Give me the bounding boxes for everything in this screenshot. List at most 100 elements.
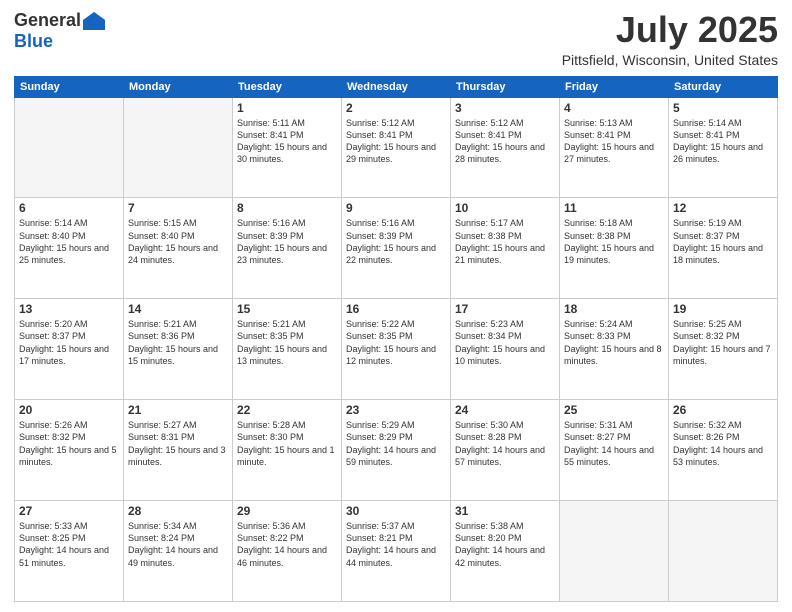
- day-cell-14: 14Sunrise: 5:21 AM Sunset: 8:36 PM Dayli…: [124, 299, 233, 400]
- day-number: 31: [455, 504, 555, 518]
- day-content: Sunrise: 5:19 AM Sunset: 8:37 PM Dayligh…: [673, 217, 773, 266]
- day-content: Sunrise: 5:22 AM Sunset: 8:35 PM Dayligh…: [346, 318, 446, 367]
- day-number: 8: [237, 201, 337, 215]
- day-cell-3: 3 Sunrise: 5:12 AM Sunset: 8:41 PM Daylig…: [451, 97, 560, 198]
- day-content: Sunrise: 5:29 AM Sunset: 8:29 PM Dayligh…: [346, 419, 446, 468]
- day-content: Sunrise: 5:31 AM Sunset: 8:27 PM Dayligh…: [564, 419, 664, 468]
- day-number: 12: [673, 201, 773, 215]
- day-cell-8: 8 Sunrise: 5:16 AM Sunset: 8:39 PM Daylig…: [233, 198, 342, 299]
- month-title: July 2025: [562, 10, 778, 50]
- day-number: 15: [237, 302, 337, 316]
- day-number: 28: [128, 504, 228, 518]
- day-cell-5: 5 Sunrise: 5:14 AM Sunset: 8:41 PM Daylig…: [669, 97, 778, 198]
- day-number: 23: [346, 403, 446, 417]
- weekday-header-monday: Monday: [124, 76, 233, 97]
- day-cell-26: 26 Sunrise: 5:32 AM Sunset: 8:26 PM Dayli…: [669, 400, 778, 501]
- day-number: 21: [128, 403, 228, 417]
- day-cell-22: 22 Sunrise: 5:28 AM Sunset: 8:30 PM Dayli…: [233, 400, 342, 501]
- day-number: 20: [19, 403, 119, 417]
- weekday-row: SundayMondayTuesdayWednesdayThursdayFrid…: [15, 76, 778, 97]
- day-content: Sunrise: 5:25 AM Sunset: 8:32 PM Dayligh…: [673, 318, 773, 367]
- weekday-header-friday: Friday: [560, 76, 669, 97]
- day-number: 7: [128, 201, 228, 215]
- day-content: Sunrise: 5:24 AM Sunset: 8:33 PM Dayligh…: [564, 318, 664, 367]
- day-number: 22: [237, 403, 337, 417]
- day-cell-28: 28Sunrise: 5:34 AM Sunset: 8:24 PM Dayli…: [124, 501, 233, 602]
- day-content: Sunrise: 5:23 AM Sunset: 8:34 PM Dayligh…: [455, 318, 555, 367]
- day-number: 29: [237, 504, 337, 518]
- day-content: Sunrise: 5:14 AM Sunset: 8:40 PM Dayligh…: [19, 217, 119, 266]
- day-cell-empty: [669, 501, 778, 602]
- day-content: Sunrise: 5:11 AM Sunset: 8:41 PM Dayligh…: [237, 117, 337, 166]
- day-cell-2: 2Sunrise: 5:12 AM Sunset: 8:41 PM Daylig…: [342, 97, 451, 198]
- day-number: 27: [19, 504, 119, 518]
- day-content: Sunrise: 5:38 AM Sunset: 8:20 PM Dayligh…: [455, 520, 555, 569]
- day-cell-11: 11 Sunrise: 5:18 AM Sunset: 8:38 PM Dayli…: [560, 198, 669, 299]
- day-content: Sunrise: 5:18 AM Sunset: 8:38 PM Dayligh…: [564, 217, 664, 266]
- header-right: July 2025 Pittsfield, Wisconsin, United …: [562, 10, 778, 68]
- week-row-4: 20 Sunrise: 5:26 AM Sunset: 8:32 PM Dayli…: [15, 400, 778, 501]
- weekday-header-thursday: Thursday: [451, 76, 560, 97]
- day-number: 4: [564, 101, 664, 115]
- day-cell-31: 31 Sunrise: 5:38 AM Sunset: 8:20 PM Dayli…: [451, 501, 560, 602]
- day-content: Sunrise: 5:17 AM Sunset: 8:38 PM Dayligh…: [455, 217, 555, 266]
- day-content: Sunrise: 5:36 AM Sunset: 8:22 PM Dayligh…: [237, 520, 337, 569]
- day-number: 13: [19, 302, 119, 316]
- weekday-header-saturday: Saturday: [669, 76, 778, 97]
- day-content: Sunrise: 5:26 AM Sunset: 8:32 PM Dayligh…: [19, 419, 119, 468]
- day-number: 26: [673, 403, 773, 417]
- week-row-3: 13 Sunrise: 5:20 AM Sunset: 8:37 PM Dayli…: [15, 299, 778, 400]
- calendar-table: SundayMondayTuesdayWednesdayThursdayFrid…: [14, 76, 778, 602]
- day-content: Sunrise: 5:16 AM Sunset: 8:39 PM Dayligh…: [237, 217, 337, 266]
- day-cell-25: 25 Sunrise: 5:31 AM Sunset: 8:27 PM Dayli…: [560, 400, 669, 501]
- page: General Blue July 2025 Pittsfield, Wisco…: [0, 0, 792, 612]
- header: General Blue July 2025 Pittsfield, Wisco…: [14, 10, 778, 68]
- day-cell-21: 21 Sunrise: 5:27 AM Sunset: 8:31 PM Dayli…: [124, 400, 233, 501]
- day-cell-27: 27 Sunrise: 5:33 AM Sunset: 8:25 PM Dayli…: [15, 501, 124, 602]
- day-number: 3: [455, 101, 555, 115]
- day-number: 24: [455, 403, 555, 417]
- day-cell-empty: [124, 97, 233, 198]
- day-content: Sunrise: 5:13 AM Sunset: 8:41 PM Dayligh…: [564, 117, 664, 166]
- day-content: Sunrise: 5:27 AM Sunset: 8:31 PM Dayligh…: [128, 419, 228, 468]
- logo-general-text: General: [14, 10, 81, 31]
- day-cell-empty: [15, 97, 124, 198]
- week-row-1: 1Sunrise: 5:11 AM Sunset: 8:41 PM Daylig…: [15, 97, 778, 198]
- day-cell-17: 17 Sunrise: 5:23 AM Sunset: 8:34 PM Dayli…: [451, 299, 560, 400]
- day-number: 17: [455, 302, 555, 316]
- day-cell-18: 18 Sunrise: 5:24 AM Sunset: 8:33 PM Dayli…: [560, 299, 669, 400]
- day-number: 11: [564, 201, 664, 215]
- day-number: 6: [19, 201, 119, 215]
- day-cell-7: 7Sunrise: 5:15 AM Sunset: 8:40 PM Daylig…: [124, 198, 233, 299]
- logo-blue-text: Blue: [14, 31, 53, 52]
- day-cell-16: 16 Sunrise: 5:22 AM Sunset: 8:35 PM Dayli…: [342, 299, 451, 400]
- logo-icon: [83, 12, 105, 30]
- day-cell-9: 9Sunrise: 5:16 AM Sunset: 8:39 PM Daylig…: [342, 198, 451, 299]
- day-content: Sunrise: 5:28 AM Sunset: 8:30 PM Dayligh…: [237, 419, 337, 468]
- day-content: Sunrise: 5:37 AM Sunset: 8:21 PM Dayligh…: [346, 520, 446, 569]
- week-row-2: 6 Sunrise: 5:14 AM Sunset: 8:40 PM Daylig…: [15, 198, 778, 299]
- day-content: Sunrise: 5:14 AM Sunset: 8:41 PM Dayligh…: [673, 117, 773, 166]
- day-number: 30: [346, 504, 446, 518]
- day-number: 14: [128, 302, 228, 316]
- day-content: Sunrise: 5:12 AM Sunset: 8:41 PM Dayligh…: [455, 117, 555, 166]
- day-number: 10: [455, 201, 555, 215]
- day-cell-empty: [560, 501, 669, 602]
- day-cell-23: 23 Sunrise: 5:29 AM Sunset: 8:29 PM Dayli…: [342, 400, 451, 501]
- day-content: Sunrise: 5:33 AM Sunset: 8:25 PM Dayligh…: [19, 520, 119, 569]
- day-number: 25: [564, 403, 664, 417]
- day-cell-1: 1Sunrise: 5:11 AM Sunset: 8:41 PM Daylig…: [233, 97, 342, 198]
- weekday-header-wednesday: Wednesday: [342, 76, 451, 97]
- day-number: 18: [564, 302, 664, 316]
- day-content: Sunrise: 5:20 AM Sunset: 8:37 PM Dayligh…: [19, 318, 119, 367]
- day-content: Sunrise: 5:30 AM Sunset: 8:28 PM Dayligh…: [455, 419, 555, 468]
- day-number: 5: [673, 101, 773, 115]
- day-cell-4: 4 Sunrise: 5:13 AM Sunset: 8:41 PM Daylig…: [560, 97, 669, 198]
- day-number: 16: [346, 302, 446, 316]
- day-cell-29: 29 Sunrise: 5:36 AM Sunset: 8:22 PM Dayli…: [233, 501, 342, 602]
- day-content: Sunrise: 5:16 AM Sunset: 8:39 PM Dayligh…: [346, 217, 446, 266]
- day-content: Sunrise: 5:12 AM Sunset: 8:41 PM Dayligh…: [346, 117, 446, 166]
- weekday-header-sunday: Sunday: [15, 76, 124, 97]
- day-content: Sunrise: 5:32 AM Sunset: 8:26 PM Dayligh…: [673, 419, 773, 468]
- day-cell-19: 19Sunrise: 5:25 AM Sunset: 8:32 PM Dayli…: [669, 299, 778, 400]
